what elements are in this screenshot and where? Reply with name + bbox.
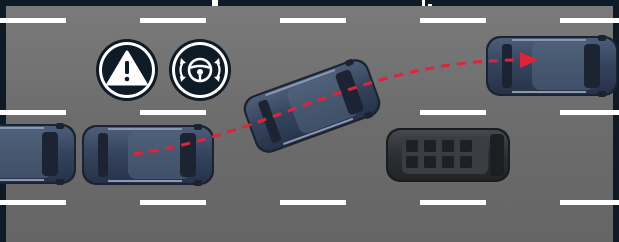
van-dark xyxy=(386,128,510,182)
illustration-canvas xyxy=(0,0,619,242)
steering-assist-icon xyxy=(169,39,231,101)
car-ego xyxy=(81,123,215,187)
car-target-position xyxy=(485,34,619,98)
warning-icon xyxy=(96,39,158,101)
lane-change-illustration xyxy=(0,0,619,242)
car-left-edge xyxy=(0,122,77,186)
